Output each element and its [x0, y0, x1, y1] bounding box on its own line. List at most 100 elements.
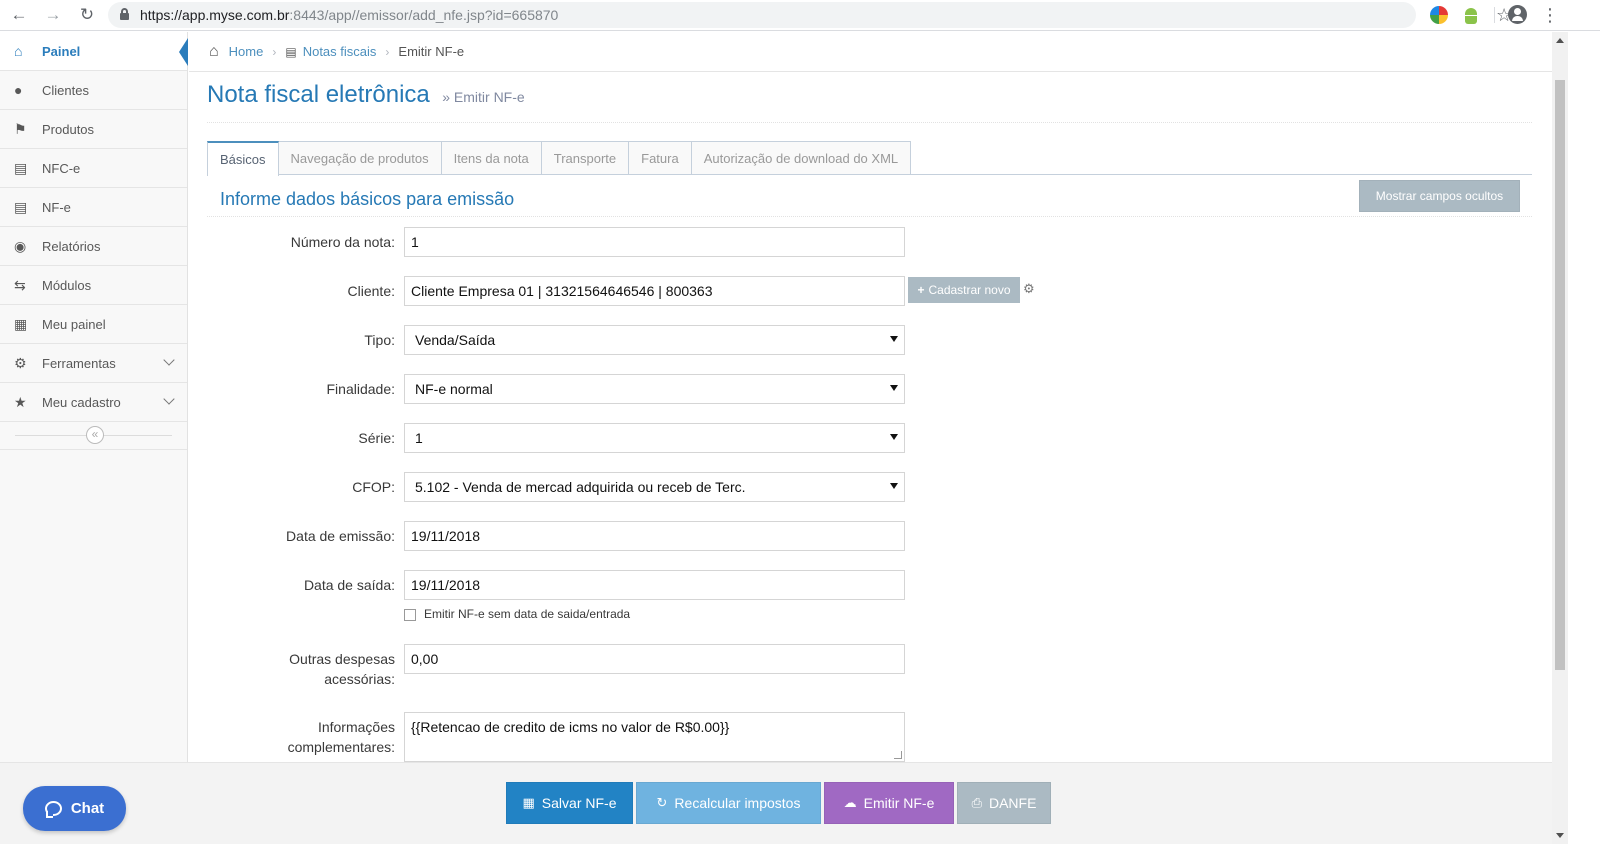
- lock-icon: [120, 8, 129, 20]
- sidebar-item-label: Meu painel: [42, 316, 106, 332]
- sidebar-item-label: Clientes: [42, 82, 89, 98]
- breadcrumb-separator-icon: ›: [385, 44, 390, 59]
- collapse-sidebar-icon[interactable]: «: [86, 426, 104, 444]
- cliente-label: Cliente:: [347, 283, 395, 299]
- outras-label: Outras despesas acessórias:: [289, 651, 395, 687]
- section-divider: [207, 216, 1532, 217]
- dropdown-arrow-icon: [890, 434, 898, 440]
- serie-selected: 1: [415, 430, 423, 446]
- recalculate-taxes-button[interactable]: ↻ Recalcular impostos: [636, 782, 821, 824]
- page-title: Nota fiscal eletrônica: [207, 81, 430, 108]
- sem-data-checkbox[interactable]: [404, 609, 416, 621]
- form-row-outras-despesas: Outras despesas acessórias: 0,00: [189, 644, 1189, 688]
- danfe-button[interactable]: ⎙ DANFE: [957, 782, 1051, 824]
- sidebar-item-label: Relatórios: [42, 238, 101, 254]
- show-hidden-fields-button[interactable]: Mostrar campos ocultos: [1359, 180, 1520, 212]
- sidebar-item-painel[interactable]: ⌂ Painel: [0, 32, 188, 71]
- emissao-label: Data de emissão:: [286, 528, 395, 544]
- chat-label: Chat: [70, 800, 105, 817]
- sidebar-item-label: Ferramentas: [42, 355, 116, 371]
- breadcrumb: ⌂ Home › ▤ Notas fiscais › Emitir NF-e: [189, 32, 1552, 72]
- resize-handle-icon[interactable]: [894, 751, 902, 759]
- form-row-finalidade: Finalidade: NF-e normal: [189, 374, 1189, 404]
- tab-basicos[interactable]: Básicos: [207, 141, 279, 176]
- avatar-icon[interactable]: [1508, 5, 1527, 24]
- numero-input[interactable]: 1: [404, 227, 905, 257]
- cliente-input[interactable]: Cliente Empresa 01 | 31321564646546 | 80…: [404, 276, 905, 306]
- more-menu-icon[interactable]: ⋮: [1540, 4, 1560, 26]
- form-row-saida: Data de saída: 19/11/2018 Emitir NF-e se…: [189, 570, 1189, 630]
- home-icon: ⌂: [209, 42, 219, 60]
- sidebar-item-label: Meu cadastro: [42, 394, 121, 410]
- cloud-upload-icon: ☁: [843, 795, 857, 810]
- forward-icon[interactable]: →: [42, 4, 64, 26]
- sidebar-item-ferramentas[interactable]: ⚙ Ferramentas: [0, 344, 187, 383]
- sidebar-item-clientes[interactable]: ● Clientes: [0, 71, 187, 110]
- outras-despesas-input[interactable]: 0,00: [404, 644, 905, 674]
- cfop-select[interactable]: 5.102 - Venda de mercad adquirida ou rec…: [404, 472, 905, 502]
- plus-icon: +: [917, 283, 925, 297]
- reload-icon[interactable]: ↻: [76, 4, 98, 26]
- tab-transporte[interactable]: Transporte: [540, 141, 630, 174]
- print-icon: ⎙: [971, 795, 982, 810]
- section-title: Informe dados básicos para emissão: [220, 189, 515, 209]
- address-bar[interactable]: https://app.myse.com.br:8443/app//emisso…: [108, 2, 1512, 28]
- save-nfe-button[interactable]: ▦ Salvar NF-e: [506, 782, 633, 824]
- emissao-date-input[interactable]: 19/11/2018: [404, 521, 905, 551]
- chevron-down-icon: [163, 354, 175, 366]
- toolbar-divider: [1494, 7, 1495, 23]
- sidebar-item-label: Painel: [42, 43, 81, 59]
- sidebar-item-nfce[interactable]: ▤ NFC-e: [0, 149, 187, 188]
- gamepad-icon: ◉: [14, 237, 27, 254]
- sidebar-item-nfe[interactable]: ▤ NF-e: [0, 188, 187, 227]
- tab-fatura[interactable]: Fatura: [628, 141, 692, 174]
- bottom-strip: [0, 844, 1552, 860]
- dropdown-arrow-icon: [890, 483, 898, 489]
- emit-nfe-button[interactable]: ☁ Emitir NF-e: [824, 782, 954, 824]
- sidebar-item-meu-cadastro[interactable]: ★ Meu cadastro: [0, 383, 187, 422]
- tipo-select[interactable]: Venda/Saída: [404, 325, 905, 355]
- chat-bubble-icon: [44, 801, 62, 818]
- chat-button[interactable]: Chat: [23, 786, 126, 831]
- serie-select[interactable]: 1: [404, 423, 905, 453]
- tab-navegacao-produtos[interactable]: Navegação de produtos: [277, 141, 442, 174]
- finalidade-selected: NF-e normal: [415, 381, 493, 397]
- add-client-button[interactable]: + Cadastrar novo: [908, 277, 1020, 303]
- back-icon[interactable]: ←: [8, 4, 30, 26]
- android-extension-icon[interactable]: [1462, 6, 1480, 24]
- grid-icon: ▦: [14, 315, 28, 332]
- saida-label: Data de saída:: [303, 577, 395, 593]
- saida-date-input[interactable]: 19/11/2018: [404, 570, 905, 600]
- sidebar-item-modulos[interactable]: ⇆ Módulos: [0, 266, 187, 305]
- tipo-label: Tipo:: [364, 332, 395, 348]
- sidebar-item-meu-painel[interactable]: ▦ Meu painel: [0, 305, 187, 344]
- form-row-tipo: Tipo: Venda/Saída: [189, 325, 1189, 355]
- add-client-label: Cadastrar novo: [928, 283, 1011, 297]
- info-complementares-textarea[interactable]: {{Retencao de credito de icms no valor d…: [404, 712, 905, 762]
- gear-icon[interactable]: ⚙: [1023, 281, 1035, 297]
- breadcrumb-home-link[interactable]: Home: [229, 44, 264, 59]
- serie-label: Série:: [358, 430, 395, 446]
- form-row-numero: Número da nota: 1: [189, 227, 1189, 257]
- sidebar-item-relatorios[interactable]: ◉ Relatórios: [0, 227, 187, 266]
- color-extension-icon[interactable]: [1430, 6, 1448, 24]
- tab-autorizacao-xml[interactable]: Autorização de download do XML: [690, 141, 912, 174]
- scrollbar-thumb[interactable]: [1555, 80, 1565, 670]
- finalidade-select[interactable]: NF-e normal: [404, 374, 905, 404]
- tab-itens-nota[interactable]: Itens da nota: [440, 141, 542, 174]
- scroll-up-icon[interactable]: [1556, 38, 1564, 43]
- form-row-emissao: Data de emissão: 19/11/2018: [189, 521, 1189, 551]
- sem-data-label: Emitir NF-e sem data de saida/entrada: [424, 607, 631, 621]
- save-icon: ▦: [522, 795, 535, 810]
- url-text[interactable]: https://app.myse.com.br:8443/app//emisso…: [140, 7, 558, 23]
- tags-icon: ⚑: [14, 120, 27, 137]
- page-scrollbar[interactable]: [1552, 32, 1568, 844]
- form-row-cliente: Cliente: Cliente Empresa 01 | 3132156464…: [189, 276, 1189, 306]
- info-text: {{Retencao de credito de icms no valor d…: [411, 719, 730, 735]
- sidebar-item-produtos[interactable]: ⚑ Produtos: [0, 110, 187, 149]
- cfop-selected: 5.102 - Venda de mercad adquirida ou rec…: [415, 479, 746, 495]
- tipo-selected: Venda/Saída: [415, 332, 496, 348]
- page-subtitle: » Emitir NF-e: [442, 89, 525, 105]
- scroll-down-icon[interactable]: [1556, 833, 1564, 838]
- breadcrumb-notas-link[interactable]: Notas fiscais: [303, 44, 377, 59]
